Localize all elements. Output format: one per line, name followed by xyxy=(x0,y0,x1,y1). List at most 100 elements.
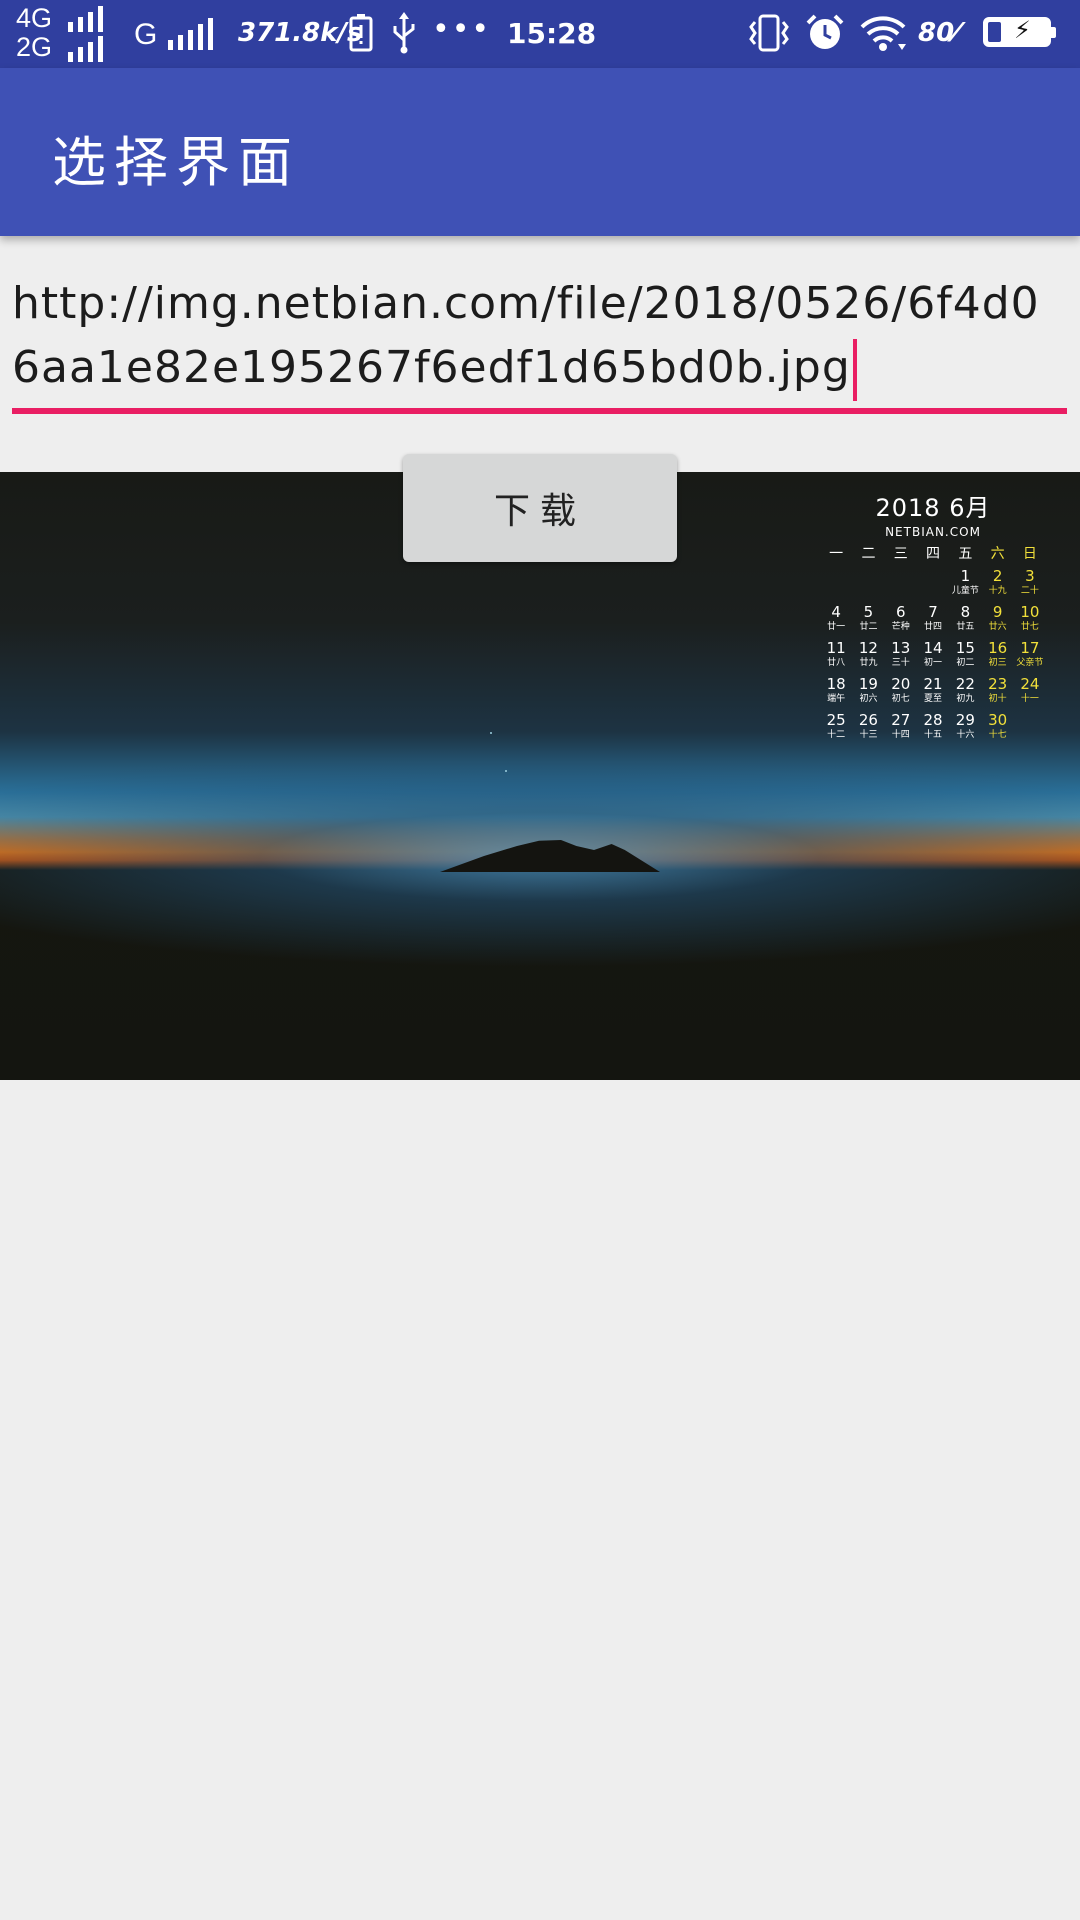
calendar-day-number: 29 xyxy=(955,711,975,729)
calendar-lunar-label: 廿二 xyxy=(859,622,878,632)
battery-icon: ⚡ xyxy=(983,16,1056,47)
calendar-day: 5 廿二 xyxy=(852,603,884,639)
calendar-day xyxy=(917,567,949,603)
calendar-day-number: 4 xyxy=(831,603,841,621)
calendar-day-number: 5 xyxy=(863,603,874,621)
calendar-lunar-label: 十七 xyxy=(988,730,1007,740)
calendar-day-number: 14 xyxy=(923,639,943,657)
status-bar: 4G 2G G 371.8k/s ••• 15:28 80⁄ ⚡ xyxy=(0,0,1080,68)
calendar-weekday: 三 xyxy=(893,546,908,562)
network-g-label: G xyxy=(134,18,158,51)
calendar-grid: 一二三四五六日 1 儿童节 2 十九 3 二十 4 廿一 5 廿二 6 芒种 7 廿四 8 廿五 9 廿六 10 廿七 1… xyxy=(820,543,1046,747)
usb-icon xyxy=(393,12,415,54)
calendar-day: 4 廿一 xyxy=(820,603,852,639)
calendar-day: 22 初九 xyxy=(949,675,981,711)
calendar-day: 11 廿八 xyxy=(820,639,852,675)
calendar-day: 27 十四 xyxy=(885,711,917,747)
calendar-day-number: 8 xyxy=(960,603,971,621)
calendar-weekday: 六 xyxy=(990,546,1005,562)
calendar-day: 24 十一 xyxy=(1014,675,1046,711)
calendar-lunar-label: 廿六 xyxy=(988,622,1007,632)
calendar-day-number: 22 xyxy=(955,675,975,693)
url-input-underline xyxy=(12,408,1067,414)
calendar-weekday: 四 xyxy=(926,546,941,562)
url-input-value: http://img.netbian.com/file/2018/0526/6f… xyxy=(12,278,1040,393)
calendar-weekday: 五 xyxy=(958,546,973,562)
calendar-day-number: 20 xyxy=(891,675,911,693)
calendar-day-number: 19 xyxy=(858,675,878,693)
calendar-day: 19 初六 xyxy=(852,675,884,711)
vibrate-icon xyxy=(749,14,789,52)
calendar-weekday: 一 xyxy=(829,546,844,562)
calendar-day-number: 15 xyxy=(955,639,975,657)
calendar-day: 30 十七 xyxy=(981,711,1013,747)
calendar-day xyxy=(885,567,917,603)
calendar-day-number: 26 xyxy=(858,711,878,729)
calendar-day: 21 夏至 xyxy=(917,675,949,711)
calendar-title: 2018 6月 xyxy=(875,494,991,522)
calendar-day-number: 18 xyxy=(826,675,846,693)
calendar-lunar-label: 廿四 xyxy=(924,622,943,632)
calendar-day: 18 端午 xyxy=(820,675,852,711)
charging-icon: ⚡ xyxy=(1014,16,1031,44)
calendar-day-number: 25 xyxy=(826,711,846,729)
app-bar: 选择界面 xyxy=(0,68,1080,236)
calendar-lunar-label: 初二 xyxy=(956,658,975,668)
calendar-day-number: 23 xyxy=(988,675,1008,693)
calendar-day-number: 21 xyxy=(923,675,943,693)
star xyxy=(505,770,507,772)
network-speed: 371.8k/s xyxy=(238,18,363,48)
downloaded-image: 2018 6月 NETBIAN.COM 一二三四五六日 1 儿童节 2 十九 3 二十 4 廿一… xyxy=(0,472,1080,1080)
calendar-day-number: 24 xyxy=(1020,675,1040,693)
calendar-day: 9 廿六 xyxy=(981,603,1013,639)
calendar-day xyxy=(852,567,884,603)
calendar-day: 25 十二 xyxy=(820,711,852,747)
calendar-lunar-label: 初七 xyxy=(891,694,910,704)
page-title: 选择界面 xyxy=(52,131,300,194)
calendar-day: 29 十六 xyxy=(949,711,981,747)
download-button[interactable]: 下载 xyxy=(403,454,677,562)
calendar-day-number: 2 xyxy=(992,567,1003,585)
calendar-day: 13 三十 xyxy=(885,639,917,675)
calendar-day: 17 父亲节 xyxy=(1014,639,1046,675)
calendar-day-number: 3 xyxy=(1025,567,1035,585)
warning-icon xyxy=(349,14,373,52)
calendar-day xyxy=(1014,711,1046,747)
calendar-lunar-label: 十二 xyxy=(827,730,846,740)
network-4g-label: 4G xyxy=(16,3,53,33)
alarm-icon xyxy=(806,14,844,49)
text-cursor xyxy=(852,339,857,401)
calendar-day-number: 1 xyxy=(960,567,971,585)
calendar-day: 23 初十 xyxy=(981,675,1013,711)
url-input[interactable]: http://img.netbian.com/file/2018/0526/6f… xyxy=(12,272,1067,401)
calendar-day-number: 28 xyxy=(923,711,943,729)
calendar-lunar-label: 端午 xyxy=(827,694,846,704)
calendar-lunar-label: 初十 xyxy=(988,694,1007,704)
calendar-day-number: 6 xyxy=(895,603,906,621)
calendar-day: 14 初一 xyxy=(917,639,949,675)
calendar-day-number: 17 xyxy=(1020,639,1040,657)
calendar-day: 2 十九 xyxy=(981,567,1013,603)
calendar-weekday: 日 xyxy=(1022,546,1037,562)
more-notifications-icon: ••• xyxy=(432,12,492,47)
calendar-day: 7 廿四 xyxy=(917,603,949,639)
network-type: 4G 2G xyxy=(16,4,52,62)
calendar-weekday: 二 xyxy=(861,546,876,562)
calendar-day: 8 廿五 xyxy=(949,603,981,639)
signal-icon xyxy=(168,18,213,50)
calendar-day: 10 廿七 xyxy=(1014,603,1046,639)
calendar-day: 26 十三 xyxy=(852,711,884,747)
calendar-day: 15 初二 xyxy=(949,639,981,675)
signal-icon xyxy=(68,36,103,62)
calendar-lunar-label: 十六 xyxy=(956,730,975,740)
calendar-day: 28 十五 xyxy=(917,711,949,747)
calendar-day-number: 30 xyxy=(988,711,1008,729)
calendar-day: 12 廿九 xyxy=(852,639,884,675)
wallpaper-calendar: 2018 6月 NETBIAN.COM 一二三四五六日 1 儿童节 2 十九 3 二十 4 廿一… xyxy=(820,488,1046,747)
calendar-lunar-label: 十四 xyxy=(891,730,910,740)
calendar-lunar-label: 三十 xyxy=(891,658,910,668)
wifi-icon xyxy=(860,16,906,51)
calendar-lunar-label: 廿九 xyxy=(859,658,878,668)
calendar-day xyxy=(820,567,852,603)
calendar-day-number: 7 xyxy=(928,603,938,621)
